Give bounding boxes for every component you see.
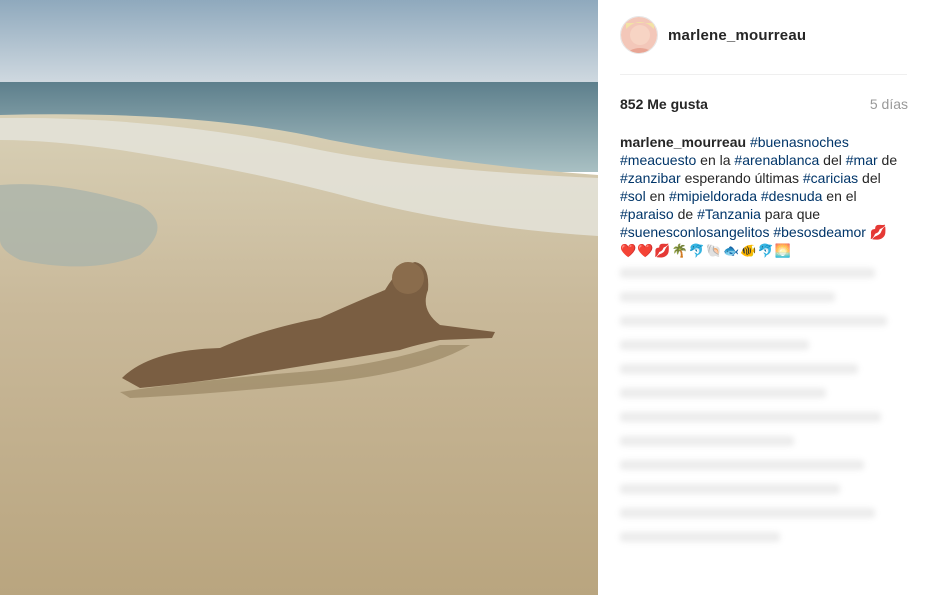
hashtag-link[interactable]: #meacuesto: [620, 152, 696, 168]
beach-photo: [0, 0, 598, 595]
avatar[interactable]: [620, 16, 658, 54]
hashtag-link[interactable]: #arenablanca: [734, 152, 819, 168]
hashtag-link[interactable]: #Tanzania: [697, 206, 761, 222]
avatar-photo: [621, 17, 657, 53]
caption-emoji-line: ❤️❤️💋🌴🐬🐚🐟🐠🐬🌅: [620, 244, 792, 259]
post-photo[interactable]: [0, 0, 598, 595]
hashtag-link[interactable]: #suenesconlosangelitos: [620, 224, 769, 240]
caption-text: en el: [822, 188, 857, 204]
hashtag-link[interactable]: #desnuda: [761, 188, 823, 204]
post-time[interactable]: 5 días: [870, 96, 908, 112]
hashtag-link[interactable]: #sol: [620, 188, 646, 204]
caption-text: de: [877, 152, 898, 168]
post-caption: marlene_mourreau #buenasnoches #meacuest…: [620, 133, 910, 261]
caption-text: 💋: [865, 224, 888, 240]
caption-text: en: [645, 188, 670, 204]
caption-text: del: [858, 170, 881, 186]
caption-username[interactable]: marlene_mourreau: [620, 134, 746, 150]
hashtag-link[interactable]: #mar: [846, 152, 878, 168]
hashtag-link[interactable]: #mipieldorada: [669, 188, 757, 204]
likes-count[interactable]: 852 Me gusta: [620, 96, 708, 112]
hashtag-link[interactable]: #buenasnoches: [750, 134, 849, 150]
username-link[interactable]: marlene_mourreau: [668, 27, 806, 44]
hashtag-link[interactable]: #paraiso: [620, 206, 674, 222]
caption-text: del: [819, 152, 846, 168]
hashtag-link[interactable]: #zanzibar: [620, 170, 681, 186]
caption-text: para que: [760, 206, 821, 222]
post-header: marlene_mourreau: [620, 14, 907, 75]
caption-text: en la: [696, 152, 735, 168]
instagram-post: marlene_mourreau 852 Me gusta 5 días mar…: [0, 0, 930, 595]
post-sidebar: marlene_mourreau 852 Me gusta 5 días mar…: [598, 0, 930, 595]
caption-text: esperando últimas: [680, 170, 803, 186]
hashtag-link[interactable]: #besosdeamor: [773, 224, 866, 240]
caption-text: de: [673, 206, 698, 222]
blurred-comments: [620, 268, 910, 556]
hashtag-link[interactable]: #caricias: [803, 170, 858, 186]
